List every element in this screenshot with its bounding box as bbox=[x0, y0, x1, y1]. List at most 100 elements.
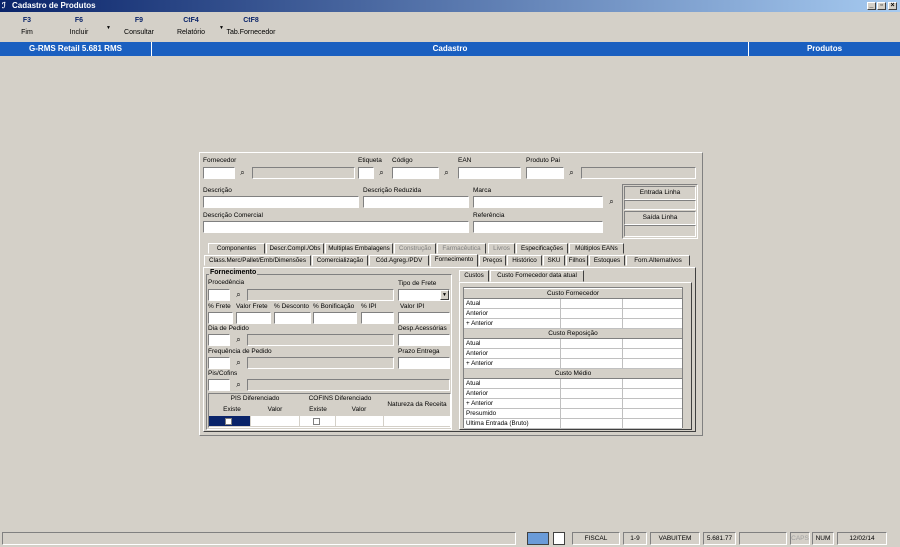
binoculars-search-icon[interactable]: ⌕ bbox=[565, 167, 578, 178]
pct-desconto-input[interactable] bbox=[274, 312, 311, 324]
custo-value-cell[interactable] bbox=[560, 399, 622, 409]
fornecedor-code-input[interactable] bbox=[203, 167, 235, 179]
custo-value-cell[interactable] bbox=[560, 359, 622, 369]
tab-row1-item[interactable]: Componentes bbox=[208, 243, 265, 254]
custo-value-cell[interactable] bbox=[622, 379, 682, 389]
toolbar-button-tab-fornecedor[interactable]: CtF8 Tab.Fornecedor bbox=[226, 17, 276, 36]
custo-value-cell[interactable] bbox=[622, 419, 682, 429]
descricao-reduzida-input[interactable] bbox=[363, 196, 469, 208]
binoculars-search-icon[interactable]: ⌕ bbox=[232, 334, 245, 345]
prazo-entrega-input[interactable] bbox=[398, 357, 450, 369]
chevron-down-icon[interactable]: ▼ bbox=[440, 290, 449, 300]
custo-section-header: Custo Fornecedor bbox=[464, 289, 682, 299]
custo-value-cell[interactable] bbox=[622, 389, 682, 399]
descricao-comercial-input[interactable] bbox=[203, 221, 469, 233]
custo-value-cell[interactable] bbox=[622, 299, 682, 309]
dia-pedido-input[interactable] bbox=[208, 334, 230, 346]
tipo-frete-select[interactable]: ▼ bbox=[398, 289, 450, 301]
cofins-valor-cell[interactable] bbox=[336, 416, 383, 426]
tab-row2-item[interactable]: Estoques bbox=[589, 255, 625, 266]
codigo-input[interactable] bbox=[392, 167, 439, 179]
tab-row2-item[interactable]: Preços bbox=[479, 255, 506, 266]
pis-existe-cell[interactable] bbox=[209, 416, 250, 426]
pct-bonificacao-input[interactable] bbox=[313, 312, 357, 324]
dropdown-arrow-icon[interactable]: ▼ bbox=[219, 25, 224, 31]
valor-ipi-input[interactable] bbox=[398, 312, 450, 324]
binoculars-search-icon[interactable]: ⌕ bbox=[375, 167, 388, 178]
pis-existe-checkbox[interactable] bbox=[225, 418, 232, 425]
descricao-label: Descrição bbox=[203, 187, 232, 194]
custo-value-cell[interactable] bbox=[560, 349, 622, 359]
produto-pai-input[interactable] bbox=[526, 167, 564, 179]
tab-row2-item[interactable]: Histórico bbox=[507, 255, 542, 266]
procedencia-input[interactable] bbox=[208, 289, 230, 301]
tab-custos[interactable]: Custos bbox=[459, 270, 489, 282]
etiqueta-input[interactable] bbox=[358, 167, 374, 179]
tab-row2-item[interactable]: Class.Merc/Pallet/Emb/Dimensões bbox=[204, 255, 311, 266]
custo-value-cell[interactable] bbox=[622, 319, 682, 329]
toolbar-button-fim[interactable]: F3 Fim bbox=[2, 17, 52, 36]
custo-value-cell[interactable] bbox=[622, 359, 682, 369]
tab-custo-fornecedor-data-atual[interactable]: Custo Fornecedor data atual bbox=[490, 270, 584, 282]
custo-value-cell[interactable] bbox=[560, 409, 622, 419]
tab-row2-item[interactable]: Cód.Agreg./PDV bbox=[369, 255, 429, 266]
tab-row2-item[interactable]: Filhos bbox=[566, 255, 588, 266]
tab-row2-item[interactable]: SKU bbox=[543, 255, 565, 266]
custo-value-cell[interactable] bbox=[622, 339, 682, 349]
tab-row1-item[interactable]: Especificações bbox=[516, 243, 568, 254]
toolbar-button-incluir[interactable]: F6 Incluir bbox=[54, 17, 104, 36]
pis-cofins-input[interactable] bbox=[208, 379, 230, 391]
custo-value-cell[interactable] bbox=[560, 379, 622, 389]
custo-value-cell[interactable] bbox=[622, 399, 682, 409]
binoculars-search-icon[interactable]: ⌕ bbox=[440, 167, 453, 178]
dropdown-arrow-icon[interactable]: ▼ bbox=[106, 25, 111, 31]
valor-frete-label: Valor Frete bbox=[236, 303, 268, 310]
close-button[interactable]: × bbox=[888, 2, 897, 10]
minimize-button[interactable]: _ bbox=[867, 2, 876, 10]
tab-row1-item[interactable]: Multiplas Embalagens bbox=[325, 243, 393, 254]
marca-input[interactable] bbox=[473, 196, 603, 208]
tab-row2-item[interactable]: Forn.Alternativos bbox=[626, 255, 690, 266]
tab-row1-item[interactable]: Descr.Compl./Obs bbox=[266, 243, 324, 254]
tab-row1-item[interactable]: Múltiplos EANs bbox=[569, 243, 624, 254]
frequencia-pedido-input[interactable] bbox=[208, 357, 230, 369]
desp-acessorias-input[interactable] bbox=[398, 334, 450, 346]
tab-row2-item[interactable]: Fornecimento bbox=[430, 254, 478, 267]
custo-value-cell[interactable] bbox=[560, 299, 622, 309]
toolbar-button-consultar[interactable]: F9 Consultar bbox=[114, 17, 164, 36]
referencia-input[interactable] bbox=[473, 221, 603, 233]
custo-value-cell[interactable] bbox=[622, 309, 682, 319]
ean-input[interactable] bbox=[458, 167, 521, 179]
custo-value-cell[interactable] bbox=[560, 389, 622, 399]
binoculars-search-icon[interactable]: ⌕ bbox=[232, 289, 245, 300]
custo-value-cell[interactable] bbox=[560, 339, 622, 349]
natureza-receita-cell[interactable] bbox=[384, 416, 450, 426]
pct-frete-input[interactable] bbox=[208, 312, 233, 324]
custo-value-cell[interactable] bbox=[560, 309, 622, 319]
tab-row2-item[interactable]: Comercialização bbox=[312, 255, 368, 266]
pct-ipi-input[interactable] bbox=[361, 312, 394, 324]
toolbar-label: Incluir bbox=[69, 29, 89, 36]
tab-row1-item[interactable]: Livros bbox=[488, 243, 515, 254]
version-panel: 5.681.77 bbox=[703, 532, 736, 545]
binoculars-search-icon[interactable]: ⌕ bbox=[232, 357, 245, 368]
pis-existe-header: Existe bbox=[223, 406, 241, 413]
restore-button[interactable]: ▫ bbox=[877, 2, 886, 10]
cofins-existe-checkbox[interactable] bbox=[313, 418, 320, 425]
toolbar-button-relatorio[interactable]: CtF4 Relatório bbox=[166, 17, 216, 36]
binoculars-search-icon[interactable]: ⌕ bbox=[236, 167, 249, 178]
saida-linha-label: Saída Linha bbox=[624, 211, 696, 225]
binoculars-search-icon[interactable]: ⌕ bbox=[605, 196, 618, 207]
tab-row1-item[interactable]: Construção bbox=[394, 243, 436, 254]
custo-value-cell[interactable] bbox=[622, 349, 682, 359]
tab-row1-item[interactable]: Farmacêutica bbox=[437, 243, 486, 254]
document-icon bbox=[553, 532, 565, 545]
pis-valor-cell[interactable] bbox=[251, 416, 299, 426]
cofins-existe-cell[interactable] bbox=[300, 416, 335, 426]
descricao-input[interactable] bbox=[203, 196, 359, 208]
binoculars-search-icon[interactable]: ⌕ bbox=[232, 379, 245, 390]
custo-value-cell[interactable] bbox=[560, 419, 622, 429]
custo-value-cell[interactable] bbox=[622, 409, 682, 419]
valor-frete-input[interactable] bbox=[236, 312, 271, 324]
custo-value-cell[interactable] bbox=[560, 319, 622, 329]
